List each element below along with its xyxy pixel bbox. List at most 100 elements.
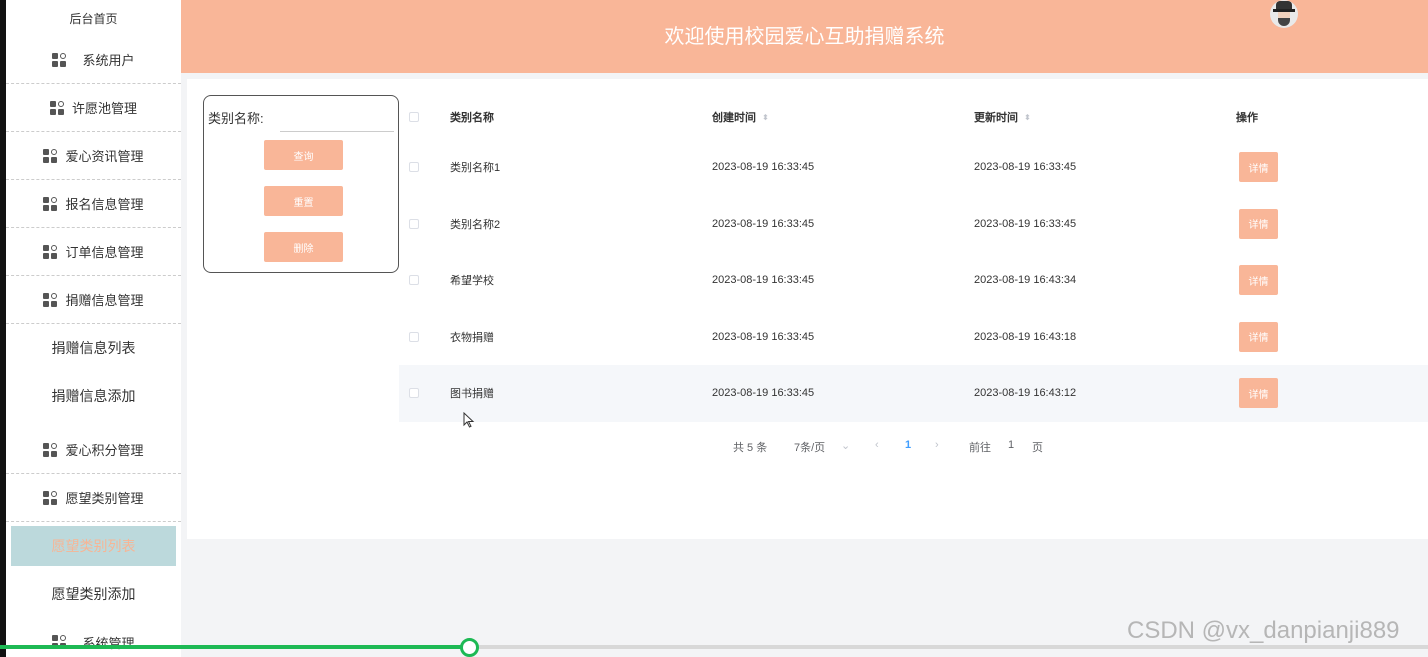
column-header-name: 类别名称 [450,112,494,124]
query-button[interactable]: 查询 [264,140,343,170]
cell-name: 类别名称2 [450,218,501,231]
sidebar-item-label: 后台首页 [69,11,118,26]
sidebar-item-label: 爱心积分管理 [65,443,144,458]
row-checkbox[interactable] [409,162,419,173]
sidebar-item-orders[interactable]: 订单信息管理 [6,228,181,276]
sidebar-item-wish-category[interactable]: 愿望类别管理 [6,474,181,522]
table-row: 希望学校 2023-08-19 16:33:45 2023-08-19 16:4… [399,252,1428,309]
select-all-checkbox[interactable] [409,112,419,122]
cell-updated: 2023-08-19 16:43:12 [974,387,1077,400]
sidebar-item-label: 报名信息管理 [65,197,144,212]
sidebar: 后台首页 系统用户 许愿池管理 爱心资讯管理 报名信息管理 订单信息管理 捐赠信… [6,0,181,657]
search-panel: 类别名称: 查询 重置 删除 [203,95,399,273]
table-row: 衣物捐赠 2023-08-19 16:33:45 2023-08-19 16:4… [399,309,1428,366]
sidebar-item-love-news[interactable]: 爱心资讯管理 [6,132,181,180]
detail-button[interactable]: 详情 [1239,378,1278,409]
avatar[interactable] [1270,0,1298,28]
chevron-down-icon[interactable]: ⌄ [841,439,850,452]
column-header-action: 操作 [1236,112,1258,124]
cell-updated: 2023-08-19 16:43:34 [974,274,1077,287]
cell-created: 2023-08-19 16:33:45 [712,330,815,343]
sort-icon[interactable]: ⬍ [1024,114,1031,122]
menu-grid-icon [49,100,64,115]
menu-grid-icon [43,148,58,163]
category-name-input[interactable] [280,108,394,132]
reset-button[interactable]: 重置 [264,186,343,216]
sidebar-subitem-label: 愿望类别列表 [51,538,136,554]
sidebar-subitem-wish-category-list[interactable]: 愿望类别列表 [11,526,176,566]
cell-created: 2023-08-19 16:33:45 [712,161,815,174]
table-row: 类别名称2 2023-08-19 16:33:45 2023-08-19 16:… [399,196,1428,253]
sidebar-item-label: 愿望类别管理 [65,491,144,506]
column-header-label: 更新时间 [974,112,1018,124]
main-content: 类别名称: 查询 重置 删除 类别名称 创建时间 ⬍ 更新时间 ⬍ 操作 类别名称1… [187,79,1428,539]
sidebar-item-signup[interactable]: 报名信息管理 [6,180,181,228]
category-name-label: 类别名称: [208,111,264,126]
sidebar-item-love-points[interactable]: 爱心积分管理 [6,426,181,474]
detail-button[interactable]: 详情 [1239,152,1278,183]
sidebar-subitem-label: 捐赠信息添加 [51,388,136,404]
sidebar-item-system-management[interactable]: 系统管理 [6,618,181,657]
sidebar-item-system-users[interactable]: 系统用户 [6,36,181,84]
cell-created: 2023-08-19 16:33:45 [712,387,815,400]
sidebar-item-donations[interactable]: 捐赠信息管理 [6,276,181,324]
sidebar-item-home[interactable]: 后台首页 [6,0,181,36]
sidebar-item-label: 捐赠信息管理 [65,293,144,308]
sidebar-item-label: 订单信息管理 [65,245,144,260]
menu-grid-icon [43,490,58,505]
column-header-updated[interactable]: 更新时间 ⬍ [974,109,1031,125]
row-checkbox[interactable] [409,331,419,342]
row-checkbox[interactable] [409,388,419,399]
page-title: 欢迎使用校园爱心互助捐赠系统 [664,26,945,48]
menu-grid-icon [52,52,67,67]
watermark: CSDN @vx_danpianji889 [1127,617,1400,644]
menu-grid-icon [43,442,58,457]
sort-icon[interactable]: ⬍ [762,114,769,122]
category-table: 类别名称 创建时间 ⬍ 更新时间 ⬍ 操作 类别名称1 2023-08-19 16:… [399,95,1428,422]
column-header-label: 创建时间 [712,112,756,124]
current-page-number[interactable]: 1 [905,439,911,451]
row-checkbox[interactable] [409,275,419,286]
goto-page-input[interactable]: 1 [1008,439,1014,451]
table-row: 图书捐赠 2023-08-19 16:33:45 2023-08-19 16:4… [399,365,1428,422]
column-header-created[interactable]: 创建时间 ⬍ [712,109,769,125]
sidebar-item-label: 系统用户 [82,53,135,68]
cell-name: 类别名称1 [450,162,501,175]
pagination-total: 共 5 条 [733,442,768,454]
goto-prefix-label: 前往 [969,442,991,454]
cell-updated: 2023-08-19 16:33:45 [974,161,1077,174]
detail-button[interactable]: 详情 [1239,208,1278,239]
menu-grid-icon [43,196,58,211]
cell-created: 2023-08-19 16:33:45 [712,217,815,230]
video-progress-handle[interactable] [460,638,479,657]
cell-updated: 2023-08-19 16:43:18 [974,330,1077,343]
goto-suffix-label: 页 [1032,442,1043,454]
menu-grid-icon [43,244,58,259]
sidebar-item-label: 爱心资讯管理 [65,149,144,164]
detail-button[interactable]: 详情 [1239,321,1278,352]
table-header-row: 类别名称 创建时间 ⬍ 更新时间 ⬍ 操作 [399,95,1428,139]
table-row: 类别名称1 2023-08-19 16:33:45 2023-08-19 16:… [399,139,1428,196]
cell-created: 2023-08-19 16:33:45 [712,274,815,287]
menu-grid-icon [43,292,58,307]
row-checkbox[interactable] [409,218,419,229]
sidebar-item-wish-pool[interactable]: 许愿池管理 [6,84,181,132]
cell-name: 图书捐赠 [450,388,494,401]
video-progress-fill [0,645,469,649]
top-header: 欢迎使用校园爱心互助捐赠系统 [181,0,1428,73]
avatar-beard [1278,18,1290,26]
sidebar-subitem-donation-add[interactable]: 捐赠信息添加 [6,372,181,420]
cell-name: 衣物捐赠 [450,331,494,344]
page-size-select[interactable]: 7条/页 [794,439,825,455]
next-page-icon[interactable]: › [935,439,939,451]
prev-page-icon[interactable]: ‹ [875,439,879,451]
sidebar-subitem-label: 愿望类别添加 [51,586,136,602]
cell-updated: 2023-08-19 16:33:45 [974,217,1077,230]
sidebar-subitem-wish-category-add[interactable]: 愿望类别添加 [6,570,181,618]
sidebar-subitem-donation-list[interactable]: 捐赠信息列表 [6,324,181,372]
sidebar-subitem-label: 捐赠信息列表 [51,340,136,356]
sidebar-item-label: 许愿池管理 [71,101,137,116]
delete-button[interactable]: 删除 [264,232,343,262]
cell-name: 希望学校 [450,275,494,288]
detail-button[interactable]: 详情 [1239,265,1278,296]
